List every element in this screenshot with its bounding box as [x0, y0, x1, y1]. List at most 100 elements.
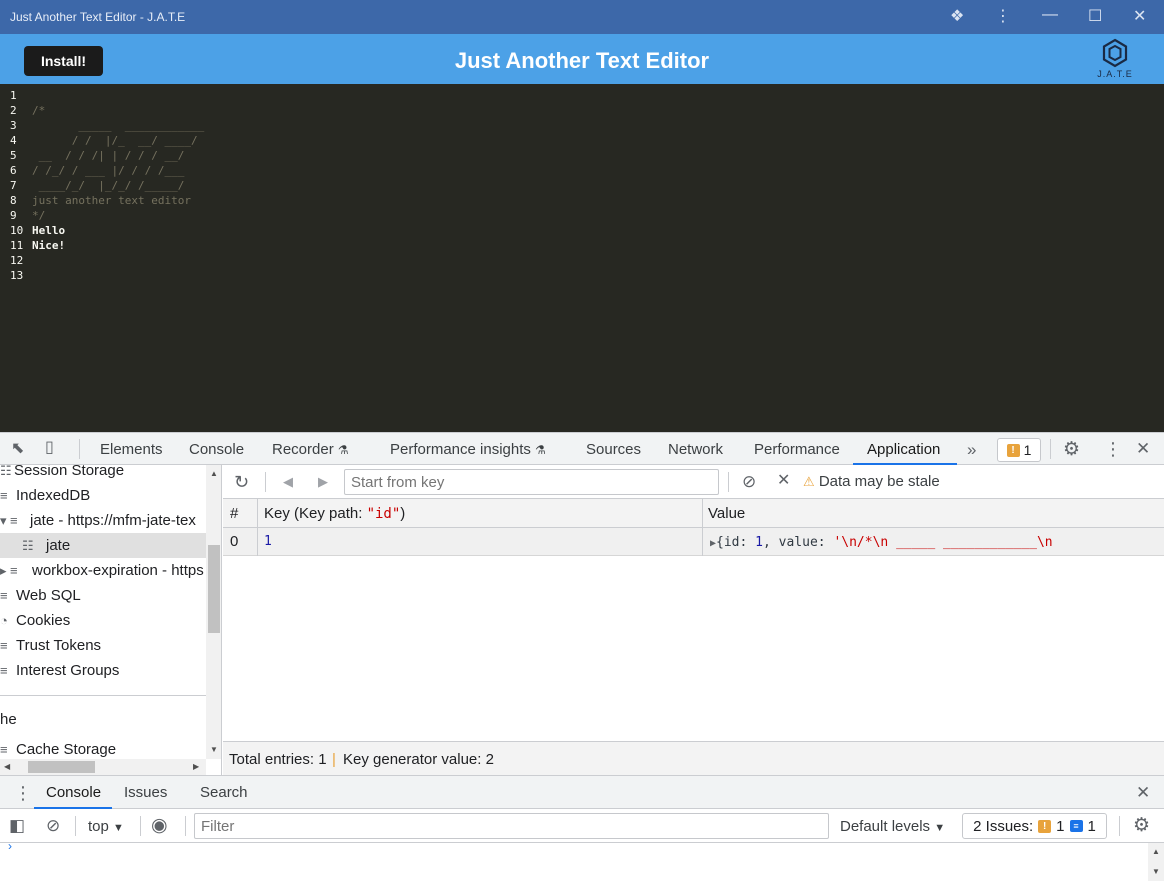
line-text: ____/_/ |_/_/ /_____/ [32, 179, 185, 192]
scroll-down-icon[interactable]: ▼ [210, 745, 218, 754]
scroll-up-icon[interactable]: ▲ [210, 469, 218, 478]
context-selector[interactable]: top ▼ [88, 818, 124, 835]
delete-selected-icon[interactable]: ✕ [777, 473, 790, 489]
tab-console[interactable]: Console [189, 441, 244, 458]
chevron-down-icon: ▼ [113, 822, 124, 834]
table-icon: ☷ [22, 537, 34, 553]
console-issues-button[interactable]: 2 Issues:! 1 ≡ 1 [962, 813, 1107, 839]
tab-performance-insights[interactable]: Performance insights ⚗ [390, 441, 546, 458]
sidebar-item-session-storage[interactable]: ☷ Session Storage [0, 465, 206, 483]
line-number: 7 [10, 179, 17, 192]
tab-performance[interactable]: Performance [754, 441, 840, 458]
more-vertical-icon[interactable]: ⋮ [995, 6, 1011, 26]
context-value: top [88, 818, 109, 835]
cookie-icon: ◔ [0, 613, 8, 628]
column-header-key[interactable]: Key (Key path: "id") [264, 505, 405, 522]
column-header-index[interactable]: # [230, 505, 238, 522]
sidebar-item-label: jate [46, 537, 71, 554]
line-number: 6 [10, 164, 17, 177]
value-mid: , value: [763, 535, 834, 550]
previous-page-icon[interactable]: ◀ [283, 475, 293, 488]
sidebar-section-cache: he [0, 707, 206, 732]
maximize-icon[interactable]: ☐ [1088, 6, 1102, 26]
sidebar-item-interest-groups[interactable]: ≡ Interest Groups [0, 658, 206, 683]
drawer-tab-console[interactable]: Console [46, 784, 101, 801]
database-icon: ≡ [0, 488, 8, 503]
warning-triangle-icon: ⚠ [803, 474, 815, 489]
hexagon-logo-icon [1102, 38, 1128, 68]
application-sidebar: ☷ Session Storage ≡ IndexedDB ▾ ≡ jate - htt… [0, 465, 222, 775]
sidebar-item-workbox-db[interactable]: ▸ ≡ workbox-expiration - https [0, 558, 206, 583]
app-header: Install! Just Another Text Editor J.A.T.… [0, 34, 1164, 84]
sidebar-horizontal-scrollbar[interactable]: ◀ ▶ [0, 759, 206, 775]
tab-network[interactable]: Network [668, 441, 723, 458]
key-path-text: "id" [366, 506, 401, 522]
database-icon: ≡ [10, 513, 18, 528]
sidebar-item-trust-tokens[interactable]: ≡ Trust Tokens [0, 633, 206, 658]
row-value[interactable]: ▶{id: 1, value: '\n/*\n _____ __________… [710, 535, 1150, 550]
gear-icon[interactable]: ⚙ [1063, 440, 1080, 459]
database-icon: ≡ [0, 663, 8, 678]
eye-icon[interactable]: ◉ [151, 816, 168, 835]
line-number: 5 [10, 149, 17, 162]
more-vertical-icon[interactable]: ⋮ [14, 784, 32, 802]
clear-store-icon[interactable]: ⊘ [742, 473, 756, 490]
inspect-element-icon[interactable]: ⬉ [11, 441, 24, 457]
sidebar-item-jate-db[interactable]: ▾ ≡ jate - https://mfm-jate-tex [0, 508, 206, 533]
tab-elements[interactable]: Elements [100, 441, 163, 458]
more-tabs-icon[interactable]: » [967, 441, 976, 458]
drawer-tab-issues[interactable]: Issues [124, 784, 167, 801]
close-window-icon[interactable]: ✕ [1133, 6, 1146, 26]
tab-recorder[interactable]: Recorder ⚗ [272, 441, 349, 458]
column-header-value[interactable]: Value [708, 505, 745, 522]
store-summary: Total entries: 1 | Key generator value: … [223, 741, 1164, 775]
more-vertical-icon[interactable]: ⋮ [1104, 440, 1122, 458]
issues-counter-button[interactable]: ! 1 [997, 438, 1041, 462]
log-levels-dropdown[interactable]: Default levels ▼ [840, 818, 945, 835]
console-scrollbar[interactable]: ▲ ▼ [1148, 843, 1164, 881]
line-text: /* [32, 104, 46, 117]
close-icon[interactable]: ✕ [1136, 440, 1150, 457]
console-settings-gear-icon[interactable]: ⚙ [1133, 816, 1150, 835]
console-output[interactable]: › ▲ ▼ [0, 839, 1164, 881]
scrollbar-thumb[interactable] [208, 545, 220, 633]
next-page-icon[interactable]: ▶ [318, 475, 328, 488]
line-number: 1 [10, 89, 17, 102]
sidebar-item-indexeddb[interactable]: ≡ IndexedDB [0, 483, 206, 508]
sidebar-item-label: workbox-expiration - https [32, 562, 204, 579]
start-from-key-input[interactable] [344, 469, 719, 495]
code-editor[interactable]: 1 2 /* 3 _____ ____________ 4 / / |/_ __/… [0, 84, 1164, 432]
scroll-down-icon[interactable]: ▼ [1152, 867, 1160, 876]
device-toolbar-icon[interactable]: ▯ [45, 440, 54, 456]
drawer-tabbar: ⋮ Console Issues Search ✕ [0, 775, 1164, 810]
line-number: 3 [10, 119, 17, 132]
indexeddb-toolbar: ↻ ◀ ▶ ⊘ ✕ ⚠ Data may be stale [223, 465, 1164, 499]
key-header-label: Key (Key path: [264, 505, 367, 522]
scroll-up-icon[interactable]: ▲ [1152, 847, 1160, 856]
chevron-right-icon: ▸ [0, 562, 7, 578]
scroll-left-icon[interactable]: ◀ [4, 762, 10, 771]
line-text: just another text editor [32, 194, 191, 207]
scrollbar-thumb[interactable] [28, 761, 95, 773]
tab-sources[interactable]: Sources [586, 441, 641, 458]
close-drawer-icon[interactable]: ✕ [1136, 784, 1150, 801]
refresh-icon[interactable]: ↻ [234, 473, 249, 491]
flask-icon: ⚗ [535, 443, 546, 457]
stale-warning: ⚠ Data may be stale [803, 473, 940, 490]
show-sidebar-icon[interactable]: ◧ [9, 817, 25, 834]
tab-application[interactable]: Application [867, 441, 940, 458]
drawer-tab-search[interactable]: Search [200, 784, 248, 801]
issues-label: 2 Issues: [973, 817, 1034, 835]
sidebar-vertical-scrollbar[interactable]: ▲ ▼ [206, 465, 221, 759]
window-title: Just Another Text Editor - J.A.T.E [10, 10, 186, 24]
console-filter-input[interactable] [194, 813, 829, 839]
puzzle-icon[interactable]: ❖ [950, 6, 964, 26]
table-row[interactable]: 0 1 ▶{id: 1, value: '\n/*\n _____ ______… [223, 528, 1164, 556]
sidebar-item-web-sql[interactable]: ≡ Web SQL [0, 583, 206, 608]
value-string: '\n/*\n _____ ____________\n [833, 535, 1053, 550]
scroll-right-icon[interactable]: ▶ [193, 762, 199, 771]
sidebar-item-jate-store[interactable]: ☷ jate [0, 533, 206, 558]
sidebar-item-cookies[interactable]: ◔ Cookies [0, 608, 206, 633]
minimize-icon[interactable]: — [1042, 6, 1058, 24]
clear-console-icon[interactable]: ⊘ [46, 817, 60, 834]
